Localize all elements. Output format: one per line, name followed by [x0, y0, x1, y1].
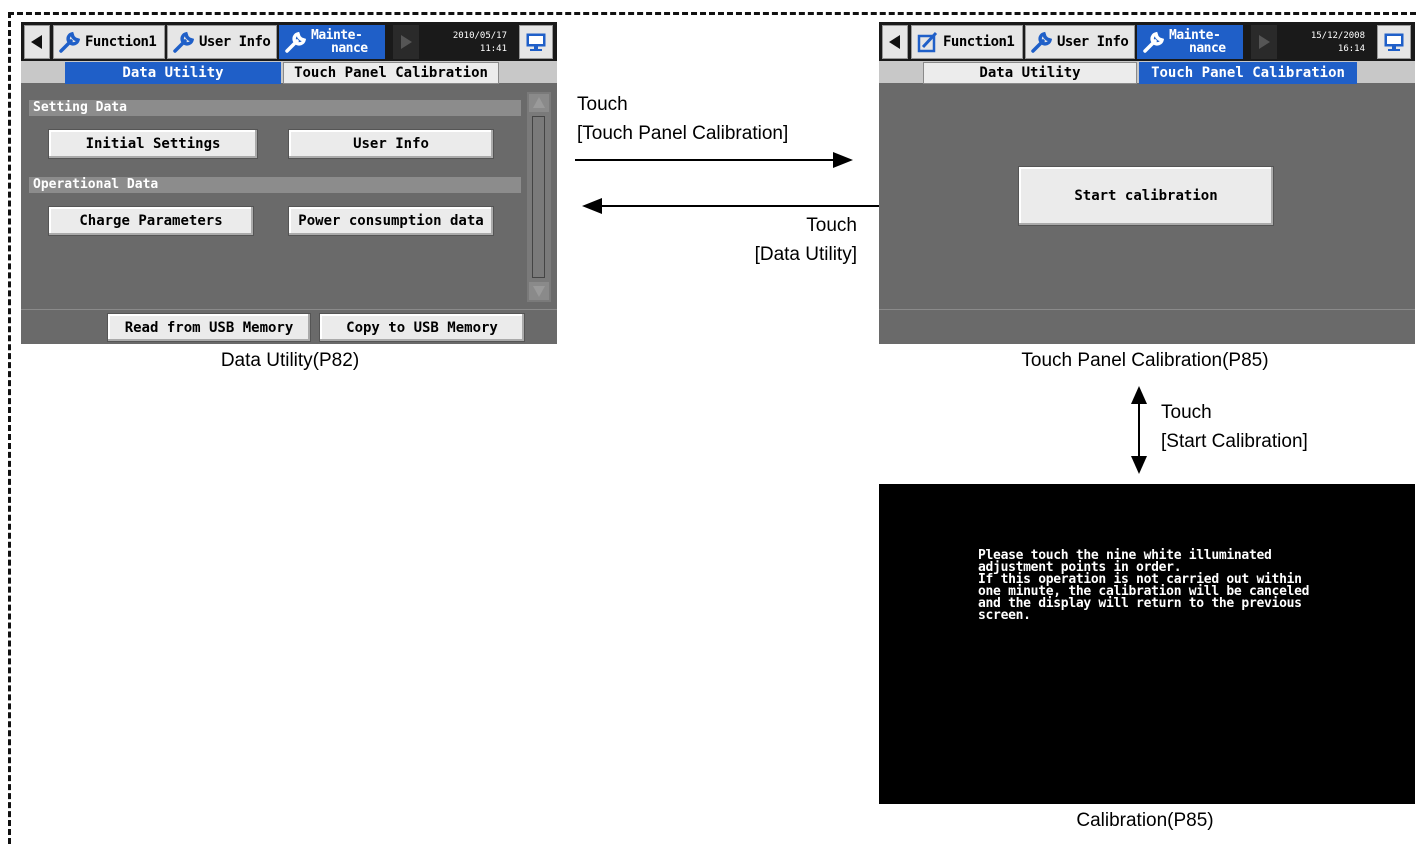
label-touch-data-utility: Touch [Data Utility] [700, 211, 857, 269]
dashed-border-left [8, 12, 11, 844]
bottom-bar [879, 309, 1415, 344]
read-usb-button[interactable]: Read from USB Memory [107, 313, 311, 342]
tab-touch-panel-calibration[interactable]: Touch Panel Calibration [283, 62, 499, 84]
label-line: Touch [577, 94, 628, 115]
data-utility-screen: Function1 User Info Mainte- nance 2010/0… [21, 22, 557, 344]
next-arrow-button[interactable] [1251, 25, 1277, 59]
wrench-icon [59, 31, 81, 53]
label-line: [Touch Panel Calibration] [577, 123, 789, 144]
next-arrow-button[interactable] [393, 25, 419, 59]
right-triangle-icon [1259, 35, 1270, 49]
function1-button[interactable]: Function1 [53, 25, 165, 59]
touch-panel-calibration-caption: Touch Panel Calibration(P85) [1021, 350, 1269, 371]
scroll-down-icon[interactable] [527, 280, 551, 302]
maintenance-tab-button[interactable]: Mainte- nance [1137, 25, 1243, 59]
calibration-caption: Calibration(P85) [1076, 810, 1214, 831]
user-info-button[interactable]: User Info [288, 129, 494, 159]
wrench-icon [1031, 31, 1053, 53]
sub-tabs: Data Utility Touch Panel Calibration [21, 61, 557, 84]
charge-parameters-button[interactable]: Charge Parameters [48, 206, 254, 236]
tab-touch-panel-calibration[interactable]: Touch Panel Calibration [1139, 62, 1357, 84]
label-touch-calibration: Touch [Touch Panel Calibration] [577, 90, 788, 148]
label-touch-start: Touch [Start Calibration] [1161, 398, 1308, 456]
clock-date: 2010/05/17 [452, 31, 507, 41]
function1-button[interactable]: Function1 [911, 25, 1023, 59]
clock: 15/12/2008 16:14 [1283, 25, 1365, 59]
wrench-icon [285, 31, 307, 53]
clock: 2010/05/17 11:41 [425, 25, 507, 59]
data-utility-caption: Data Utility(P82) [220, 350, 360, 371]
touch-panel-calibration-screen: Function1 User Info Mainte- nance 15/12/… [879, 22, 1415, 344]
monitor-button[interactable] [519, 25, 553, 59]
section-setting-data: Setting Data [29, 100, 521, 116]
tab-data-utility[interactable]: Data Utility [923, 62, 1137, 84]
right-triangle-icon [401, 35, 412, 49]
scroll-up-icon[interactable] [527, 92, 551, 114]
section-operational-data: Operational Data [29, 177, 521, 193]
prev-arrow-button[interactable] [882, 25, 908, 59]
pencil-checkbox-icon [917, 31, 938, 53]
user-info-tab-button[interactable]: User Info [1025, 25, 1135, 59]
maintenance-label-2: nance [331, 41, 368, 56]
monitor-icon [526, 33, 546, 51]
copy-usb-button[interactable]: Copy to USB Memory [319, 313, 525, 342]
user-info-tab-button[interactable]: User Info [167, 25, 277, 59]
left-triangle-icon [31, 35, 42, 49]
tab-data-utility[interactable]: Data Utility [65, 62, 281, 84]
label-line: Touch [806, 215, 857, 236]
calibration-screen: Please touch the nine white illuminated … [879, 484, 1415, 804]
monitor-button[interactable] [1377, 25, 1411, 59]
scroll-thumb[interactable] [532, 116, 545, 278]
function1-label: Function1 [943, 34, 1015, 50]
sub-tabs: Data Utility Touch Panel Calibration [879, 61, 1415, 84]
scrollbar[interactable] [527, 92, 551, 302]
function1-label: Function1 [85, 34, 157, 50]
label-line: [Data Utility] [754, 244, 857, 265]
monitor-icon [1384, 33, 1404, 51]
power-consumption-button[interactable]: Power consumption data [288, 206, 494, 236]
toolbar: Function1 User Info Mainte- nance 2010/0… [21, 22, 557, 61]
user-info-tab-label: User Info [199, 34, 271, 50]
label-line: [Start Calibration] [1161, 431, 1308, 452]
bottom-bar: Read from USB Memory Copy to USB Memory [21, 309, 557, 344]
dashed-border-top [8, 12, 1416, 15]
clock-time: 16:14 [1337, 44, 1365, 54]
left-triangle-icon [889, 35, 900, 49]
calibration-message: Please touch the nine white illuminated … [978, 548, 1310, 623]
wrench-icon [1143, 31, 1165, 53]
maintenance-label-2: nance [1189, 41, 1226, 56]
start-calibration-button[interactable]: Start calibration [1018, 166, 1274, 226]
initial-settings-button[interactable]: Initial Settings [48, 129, 258, 159]
clock-time: 11:41 [479, 44, 507, 54]
prev-arrow-button[interactable] [24, 25, 50, 59]
wrench-icon [173, 31, 195, 53]
toolbar: Function1 User Info Mainte- nance 15/12/… [879, 22, 1415, 61]
label-line: Touch [1161, 402, 1212, 423]
clock-date: 15/12/2008 [1310, 31, 1365, 41]
maintenance-tab-button[interactable]: Mainte- nance [279, 25, 385, 59]
user-info-tab-label: User Info [1057, 34, 1129, 50]
